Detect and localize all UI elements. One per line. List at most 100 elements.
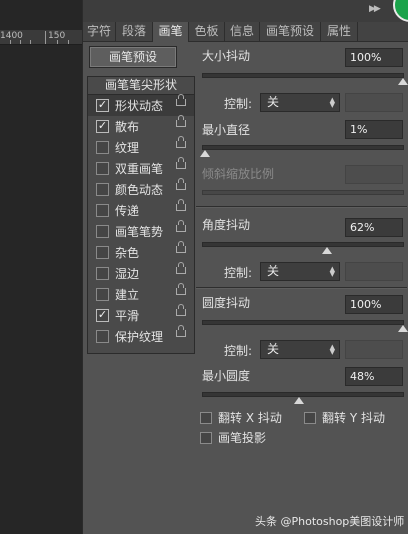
roundness-jitter-slider[interactable] <box>202 320 408 332</box>
lock-icon[interactable] <box>176 283 186 295</box>
min-diameter-label: 最小直径 <box>202 123 251 137</box>
control-select-value: 关 <box>267 342 280 356</box>
checkbox[interactable] <box>96 267 109 280</box>
ruler-tick <box>20 40 21 44</box>
control-amount-field <box>345 340 403 359</box>
lock-icon[interactable] <box>176 136 186 148</box>
brush-option-row[interactable]: 双重画笔 <box>88 157 194 179</box>
watermark: 头条 @Photoshop美图设计师 <box>255 515 405 528</box>
tab-info[interactable]: 信息 <box>225 22 260 41</box>
checkbox-checked[interactable]: ✓ <box>96 309 109 322</box>
lock-icon[interactable] <box>176 178 186 190</box>
flip-x-label: 翻转 X 抖动 <box>218 411 282 425</box>
min-roundness-thumb[interactable] <box>294 397 304 404</box>
checkbox[interactable] <box>96 162 109 175</box>
tab-character[interactable]: 字符 <box>83 22 116 41</box>
tilt-scale-input <box>345 165 403 184</box>
checkbox[interactable] <box>96 183 109 196</box>
brush-option-label: 颜色动态 <box>115 183 164 197</box>
lock-icon[interactable] <box>176 115 186 127</box>
brush-option-row[interactable]: ✓ 平滑 <box>88 304 194 326</box>
divider <box>196 206 407 208</box>
brush-option-row[interactable]: 纹理 <box>88 136 194 158</box>
control-select[interactable]: 关 ▲ ▼ <box>260 340 340 359</box>
angle-jitter-slider[interactable] <box>202 242 404 254</box>
lock-icon[interactable] <box>176 241 186 253</box>
lock-icon[interactable] <box>176 220 186 232</box>
checkbox-checked[interactable]: ✓ <box>96 120 109 133</box>
collapse-arrows-icon[interactable]: ▶▶ <box>369 4 381 14</box>
brush-options-list: 画笔笔尖形状 ✓ 形状动态 ✓ 散布纹理双重画笔颜色动态传递画笔笔势杂色湿边建立 ✓ 平滑… <box>87 76 195 354</box>
checkbox[interactable] <box>96 246 109 259</box>
checkbox[interactable] <box>96 288 109 301</box>
lock-icon[interactable] <box>176 157 186 169</box>
brush-option-label: 形状动态 <box>115 99 164 113</box>
control-select[interactable]: 关 ▲ ▼ <box>260 93 340 112</box>
brush-option-row[interactable]: 杂色 <box>88 241 194 263</box>
size-jitter-input[interactable]: 100% <box>345 48 403 67</box>
lock-icon[interactable] <box>176 262 186 274</box>
checkbox[interactable] <box>96 141 109 154</box>
brush-option-label: 散布 <box>115 120 140 134</box>
brush-option-label: 画笔笔势 <box>115 225 164 239</box>
divider <box>196 287 407 289</box>
brush-projection-checkbox[interactable] <box>200 432 212 444</box>
brush-option-row[interactable]: ✓ 散布 <box>88 115 194 137</box>
angle-jitter-input[interactable]: 62% <box>345 218 403 237</box>
min-roundness-input[interactable]: 48% <box>345 367 403 386</box>
roundness-jitter-thumb[interactable] <box>398 325 408 332</box>
tab-properties[interactable]: 属性 <box>321 22 358 41</box>
control-select-value: 关 <box>267 264 280 278</box>
roundness-jitter-label: 圆度抖动 <box>202 296 251 310</box>
tilt-scale-slider <box>202 190 404 195</box>
tab-swatches[interactable]: 色板 <box>189 22 225 41</box>
brush-panel: ▶▶ 字符 段落 画笔 色板 信息 画笔预设 属性 画笔预设 画笔笔尖形状 ✓ 形… <box>82 0 408 534</box>
tab-brush[interactable]: 画笔 <box>153 22 189 42</box>
angle-jitter-thumb[interactable] <box>322 247 332 254</box>
control-select[interactable]: 关 ▲ ▼ <box>260 262 340 281</box>
brush-option-row[interactable]: ✓ 形状动态 <box>88 94 194 116</box>
control-amount-field <box>345 262 403 281</box>
size-jitter-thumb[interactable] <box>398 78 408 85</box>
brush-option-label: 传递 <box>115 204 140 218</box>
brush-option-row[interactable]: 湿边 <box>88 262 194 284</box>
lock-icon[interactable] <box>176 304 186 316</box>
ruler-tick <box>30 40 31 44</box>
checkbox[interactable] <box>96 225 109 238</box>
brush-option-row[interactable]: 保护纹理 <box>88 325 194 347</box>
panel-tabs: 字符 段落 画笔 色板 信息 画笔预设 属性 <box>83 22 408 42</box>
lock-icon[interactable] <box>176 199 186 211</box>
min-diameter-slider[interactable] <box>200 145 404 157</box>
lock-icon[interactable] <box>176 94 186 106</box>
brush-option-label: 双重画笔 <box>115 162 164 176</box>
tab-paragraph[interactable]: 段落 <box>116 22 153 41</box>
control-label: 控制: <box>224 266 253 280</box>
lock-icon[interactable] <box>176 325 186 337</box>
flip-x-checkbox[interactable] <box>200 412 212 424</box>
ruler-tick <box>10 40 11 44</box>
tab-brush-presets[interactable]: 画笔预设 <box>260 22 321 41</box>
brush-option-label: 湿边 <box>115 267 140 281</box>
size-jitter-slider[interactable] <box>202 73 408 85</box>
checkbox-checked[interactable]: ✓ <box>96 99 109 112</box>
min-roundness-slider[interactable] <box>202 392 404 404</box>
min-diameter-thumb[interactable] <box>200 150 210 157</box>
size-jitter-label: 大小抖动 <box>202 49 251 63</box>
brush-option-label: 杂色 <box>115 246 140 260</box>
brush-presets-button[interactable]: 画笔预设 <box>89 46 177 68</box>
checkbox[interactable] <box>96 204 109 217</box>
brush-projection-label: 画笔投影 <box>218 431 267 445</box>
flip-y-checkbox[interactable] <box>304 412 316 424</box>
brush-option-row[interactable]: 建立 <box>88 283 194 305</box>
brush-tip-shape-item[interactable]: 画笔笔尖形状 <box>88 77 194 95</box>
brush-option-row[interactable]: 传递 <box>88 199 194 221</box>
brush-option-row[interactable]: 颜色动态 <box>88 178 194 200</box>
roundness-jitter-input[interactable]: 100% <box>345 295 403 314</box>
status-badge <box>393 0 408 22</box>
control-label: 控制: <box>224 97 253 111</box>
brush-option-row[interactable]: 画笔笔势 <box>88 220 194 242</box>
chevron-updown-icon: ▲ ▼ <box>329 343 335 356</box>
checkbox[interactable] <box>96 330 109 343</box>
min-diameter-input[interactable]: 1% <box>345 120 403 139</box>
chevron-updown-icon: ▲ ▼ <box>329 265 335 278</box>
